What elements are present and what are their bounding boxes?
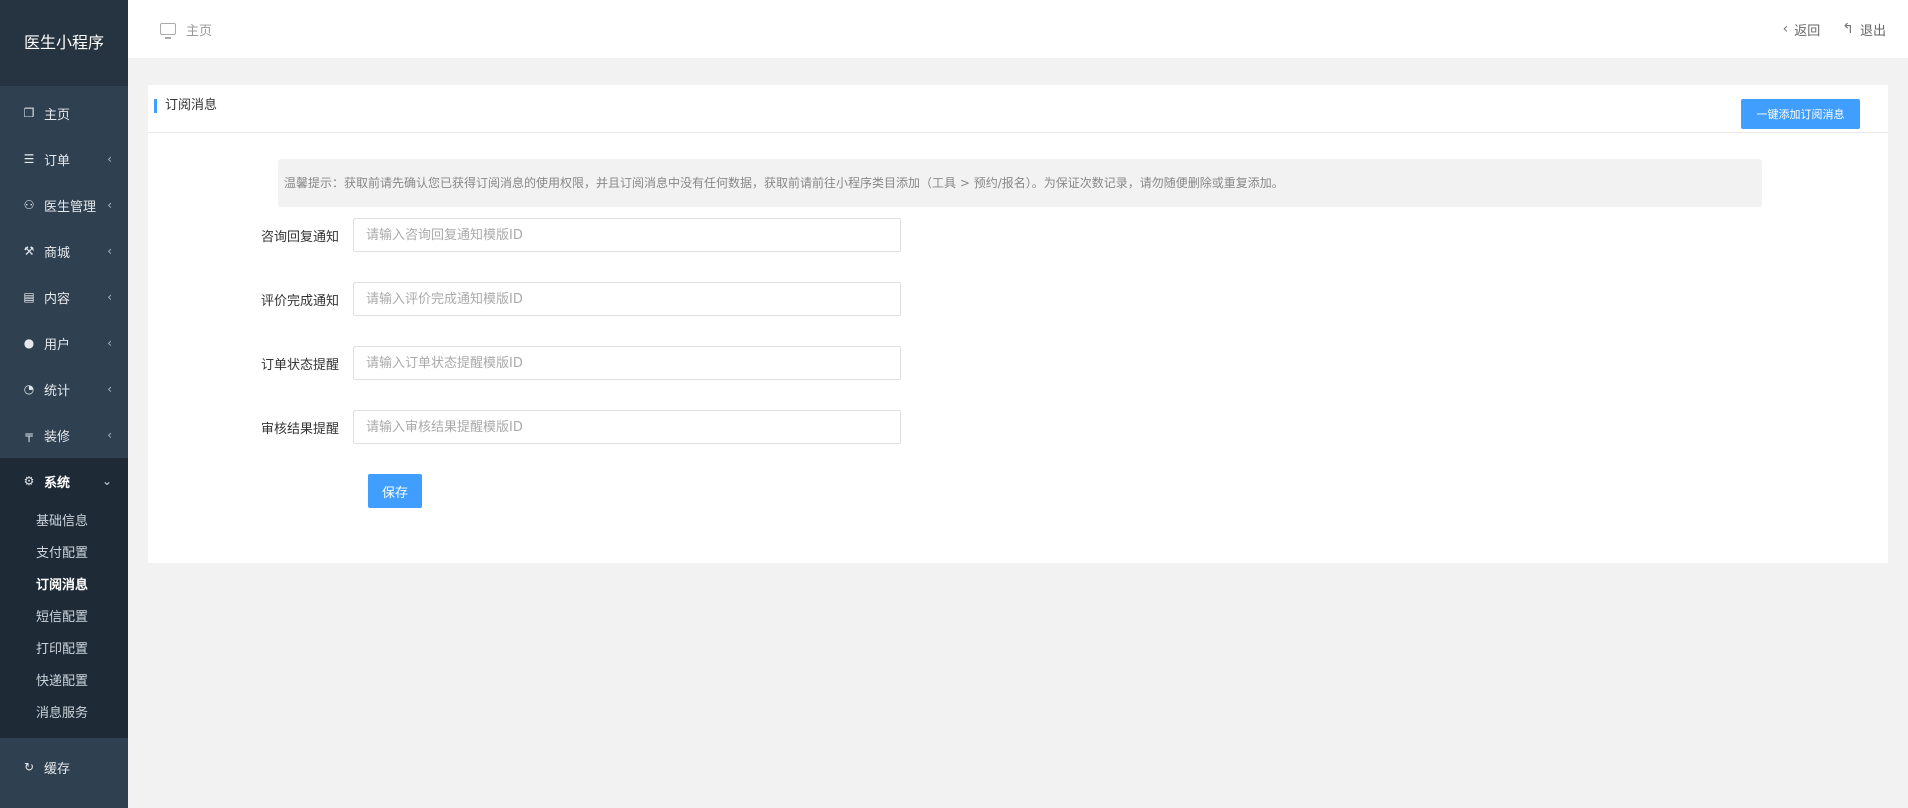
notice-tip: 温馨提示：获取前请先确认您已获得订阅消息的使用权限，并且订阅消息中没有任何数据，… [278,159,1762,207]
breadcrumb-home[interactable]: 主页 [160,20,212,39]
refresh-icon: ↻ [23,760,35,774]
book-icon: ▤ [23,290,35,304]
back-button[interactable]: ‹ 返回 [1783,20,1821,39]
sidebar-item-decor[interactable]: ╤ 装修 ‹ [0,412,128,458]
sidebar-item-label: 用户 [44,337,71,353]
form-row-audit-result: 审核结果提醒 [148,410,901,444]
sidebar-item-mall[interactable]: ⚒ 商城 ‹ [0,228,128,274]
form-row-consult-reply: 咨询回复通知 [148,218,901,252]
user-outline-icon: ⚇ [23,198,35,212]
top-actions: ‹ 返回 ↰ 退出 [1783,20,1886,39]
chevron-left-icon: ‹ [107,244,112,258]
app-title: 医生小程序 [0,0,128,86]
field-label: 咨询回复通知 [260,229,339,245]
sidebar-item-doctors[interactable]: ⚇ 医生管理 ‹ [0,182,128,228]
submenu-item-express[interactable]: 快递配置 [0,666,128,698]
submenu-item-subscribe-message[interactable]: 订阅消息 [0,570,128,602]
monitor-icon [160,23,176,39]
audit-result-template-input[interactable] [353,410,901,444]
submenu-item-print[interactable]: 打印配置 [0,634,128,666]
copy-icon: ❐ [23,106,35,120]
save-button[interactable]: 保存 [368,474,422,508]
add-subscribe-message-button[interactable]: 一键添加订阅消息 [1741,99,1860,129]
sidebar-item-label: 商城 [44,245,71,261]
sidebar: 医生小程序 ❐ 主页 ☰ 订单 ‹ ⚇ 医生管理 ‹ ⚒ 商城 ‹ ▤ 内容 ‹… [0,0,128,808]
chevron-left-icon: ‹ [1782,21,1789,37]
logout-button[interactable]: ↰ 退出 [1842,20,1886,39]
submenu-item-sms[interactable]: 短信配置 [0,602,128,634]
sidebar-item-content[interactable]: ▤ 内容 ‹ [0,274,128,320]
sidebar-item-label: 系统 [44,475,71,491]
sidebar-item-label: 订单 [44,153,71,169]
sidebar-menu: ❐ 主页 ☰ 订单 ‹ ⚇ 医生管理 ‹ ⚒ 商城 ‹ ▤ 内容 ‹ ● 用户 … [0,86,128,790]
submenu-item-payment[interactable]: 支付配置 [0,538,128,570]
subscribe-message-panel: 订阅消息 一键添加订阅消息 温馨提示：获取前请先确认您已获得订阅消息的使用权限，… [148,85,1888,563]
breadcrumb-label: 主页 [186,23,213,39]
panel-header: 订阅消息 一键添加订阅消息 [148,85,1888,133]
logout-label: 退出 [1859,23,1886,39]
chevron-down-icon: ⌄ [101,474,112,488]
submenu-item-basic-info[interactable]: 基础信息 [0,506,128,538]
sidebar-item-label: 缓存 [44,761,71,777]
panel-title: 订阅消息 [154,99,217,113]
sidebar-item-label: 内容 [44,291,71,307]
sidebar-item-home[interactable]: ❐ 主页 [0,90,128,136]
sidebar-item-label: 医生管理 [44,199,97,215]
sidebar-item-stats[interactable]: ◔ 统计 ‹ [0,366,128,412]
form-row-order-status: 订单状态提醒 [148,346,901,380]
field-label: 评价完成通知 [260,293,339,309]
sidebar-item-label: 装修 [44,429,71,445]
field-label: 审核结果提醒 [260,421,339,437]
submenu-item-message-service[interactable]: 消息服务 [0,698,128,730]
chevron-left-icon: ‹ [107,290,112,304]
order-status-template-input[interactable] [353,346,901,380]
pie-chart-icon: ◔ [23,382,35,396]
field-label: 订单状态提醒 [260,357,339,373]
form-row-review-complete: 评价完成通知 [148,282,901,316]
consult-reply-template-input[interactable] [353,218,901,252]
reply-icon: ↰ [1842,21,1854,37]
chevron-left-icon: ‹ [107,382,112,396]
sidebar-item-label: 主页 [44,107,71,123]
back-label: 返回 [1794,23,1821,39]
chevron-left-icon: ‹ [107,336,112,350]
chevron-left-icon: ‹ [107,152,112,166]
gavel-icon: ⚒ [23,244,35,258]
sidebar-item-cache[interactable]: ↻ 缓存 [0,744,128,790]
system-submenu: 基础信息 支付配置 订阅消息 短信配置 打印配置 快递配置 消息服务 [0,504,128,738]
gear-icon: ⚙ [23,474,35,488]
chevron-left-icon: ‹ [107,428,112,442]
sidebar-item-system[interactable]: ⚙ 系统 ⌄ [0,458,128,504]
topbar: 主页 ‹ 返回 ↰ 退出 [128,0,1908,58]
decor-icon: ╤ [25,428,33,442]
review-complete-template-input[interactable] [353,282,901,316]
chevron-left-icon: ‹ [107,198,112,212]
sidebar-item-label: 统计 [44,383,71,399]
user-icon: ● [23,336,35,350]
sidebar-item-orders[interactable]: ☰ 订单 ‹ [0,136,128,182]
list-icon: ☰ [23,152,35,166]
sidebar-item-users[interactable]: ● 用户 ‹ [0,320,128,366]
